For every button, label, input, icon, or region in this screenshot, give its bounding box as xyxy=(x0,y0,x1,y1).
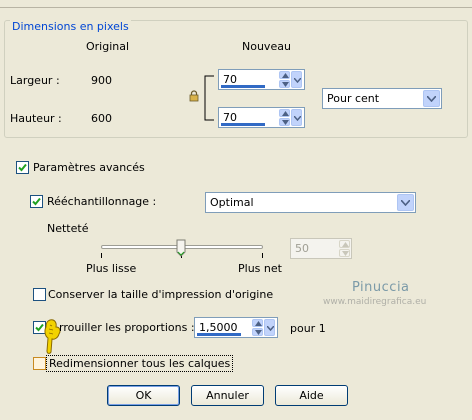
width-original-value: 900 xyxy=(91,74,112,87)
unit-select-value: Pour cent xyxy=(327,92,380,105)
arrow-up-icon xyxy=(282,111,289,116)
width-range-bar xyxy=(221,85,265,88)
keep-print-size-checkbox[interactable] xyxy=(33,288,46,301)
col-original-header: Original xyxy=(86,40,130,53)
unit-select[interactable]: Pour cent xyxy=(322,88,442,109)
checkmark-icon xyxy=(32,197,41,206)
tick-mark xyxy=(101,253,102,258)
chevron-down-icon xyxy=(294,78,301,83)
height-label: Hauteur : xyxy=(10,112,62,125)
link-bracket xyxy=(204,75,214,121)
ok-button[interactable]: OK xyxy=(107,385,180,406)
arrow-up-icon xyxy=(342,242,349,247)
resize-all-layers-label[interactable]: Redimensionner tous les calques xyxy=(46,355,234,372)
arrow-down-icon xyxy=(282,120,289,125)
width-label: Largeur : xyxy=(10,74,60,87)
sharpness-label: Netteté xyxy=(47,222,89,235)
chevron-down-icon xyxy=(427,96,436,102)
height-dropdown-button[interactable] xyxy=(291,109,302,126)
advanced-checkbox[interactable] xyxy=(16,161,29,174)
ratio-spinner[interactable]: 1,5000 xyxy=(194,317,278,338)
arrow-up-icon xyxy=(282,73,289,78)
ratio-range-bar xyxy=(197,333,241,336)
ratio-dropdown-button[interactable] xyxy=(264,319,275,336)
chevron-down-icon xyxy=(294,116,301,121)
spin-up-button[interactable] xyxy=(279,109,290,117)
spin-down-button xyxy=(339,249,350,257)
sharpness-min-label: Plus lisse xyxy=(86,262,137,275)
group-title: Dimensions en pixels xyxy=(10,20,131,33)
sharpness-thumb[interactable] xyxy=(176,239,186,257)
lock-ratio-label[interactable]: rrouiller les proportions : xyxy=(59,321,195,334)
watermark-site: www.maidiregrafica.eu xyxy=(323,297,427,307)
spin-up-button[interactable] xyxy=(279,71,290,79)
help-button[interactable]: Aide xyxy=(275,385,348,406)
sharpness-value-spinner: 50 xyxy=(290,238,352,259)
sharpness-spinner-buttons xyxy=(339,240,350,257)
checkmark-icon xyxy=(18,163,27,172)
ratio-suffix: pour 1 xyxy=(290,322,326,335)
advanced-label[interactable]: Paramètres avancés xyxy=(33,161,145,174)
unit-dropdown-button[interactable] xyxy=(423,90,440,107)
resample-label[interactable]: Rééchantillonnage : xyxy=(47,195,156,208)
lock-icon[interactable] xyxy=(189,90,199,102)
spin-up-button[interactable] xyxy=(252,319,263,327)
cancel-button[interactable]: Annuler xyxy=(191,385,264,406)
divider xyxy=(0,7,472,8)
resample-dropdown-button[interactable] xyxy=(397,194,414,211)
spin-down-button[interactable] xyxy=(279,118,290,126)
ratio-spinner-buttons xyxy=(252,319,276,336)
width-dropdown-button[interactable] xyxy=(291,71,302,88)
resample-method-value: Optimal xyxy=(210,196,254,209)
arrow-down-icon xyxy=(342,251,349,256)
sharpness-max-label: Plus net xyxy=(238,262,282,275)
height-spinner-buttons xyxy=(279,109,303,126)
spin-down-button[interactable] xyxy=(279,80,290,88)
resample-method-select[interactable]: Optimal xyxy=(205,192,416,213)
width-new-spinner[interactable]: 70 xyxy=(218,69,305,90)
arrow-up-icon xyxy=(255,321,262,326)
watermark-name: Pinuccia xyxy=(352,280,410,295)
resample-checkbox[interactable] xyxy=(30,195,43,208)
col-new-header: Nouveau xyxy=(242,40,291,53)
keep-print-size-label[interactable]: Conserver la taille d'impression d'origi… xyxy=(48,288,273,301)
height-new-spinner[interactable]: 70 xyxy=(218,107,305,128)
sharpness-value: 50 xyxy=(295,242,309,255)
arrow-down-icon xyxy=(282,82,289,87)
arrow-down-icon xyxy=(255,330,262,335)
spin-down-button[interactable] xyxy=(252,328,263,336)
chevron-down-icon xyxy=(267,326,274,331)
height-range-bar xyxy=(221,123,265,126)
tick-mark xyxy=(262,253,263,258)
width-spinner-buttons xyxy=(279,71,303,88)
chevron-down-icon xyxy=(401,200,410,206)
height-original-value: 600 xyxy=(91,112,112,125)
spin-up-button xyxy=(339,240,350,248)
resize-all-layers-checkbox[interactable] xyxy=(33,357,46,370)
